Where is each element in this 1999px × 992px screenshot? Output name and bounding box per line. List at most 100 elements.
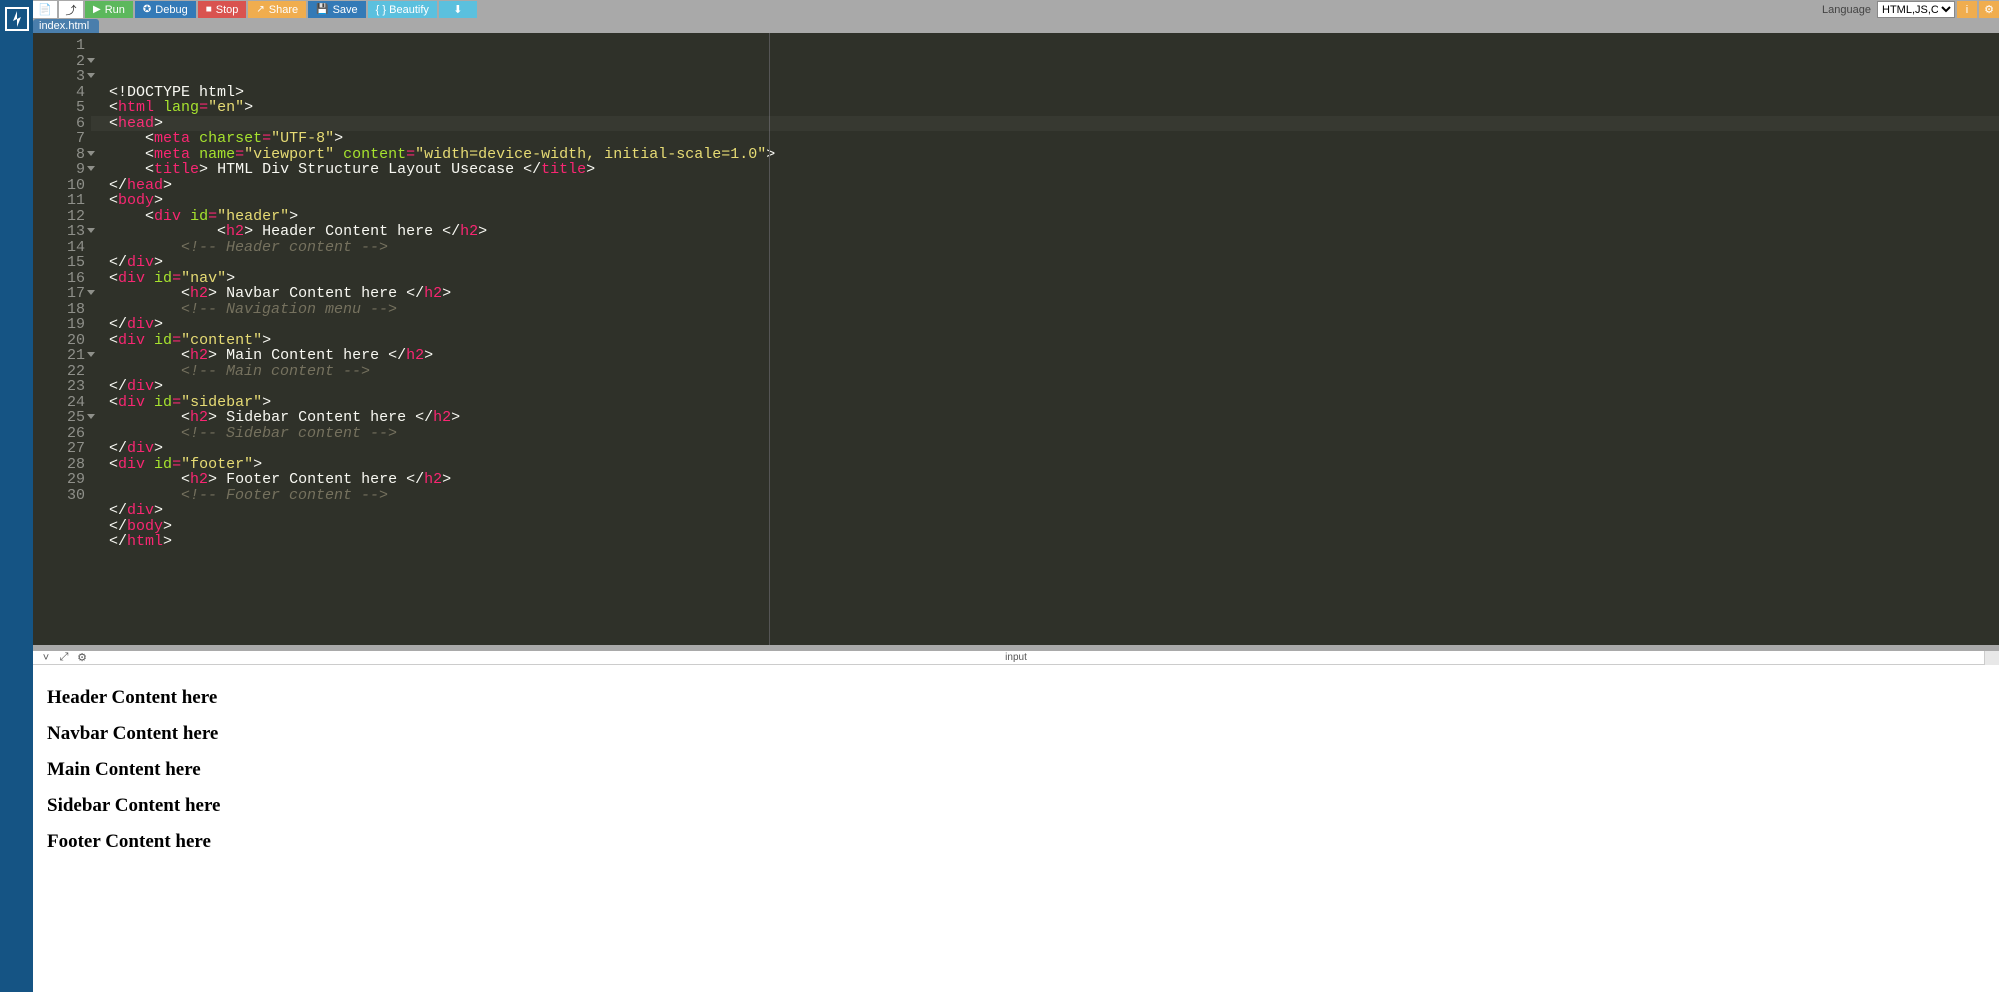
output-heading: Sidebar Content here [47, 795, 1985, 817]
line-number[interactable]: 6 [33, 116, 85, 132]
code-line[interactable]: </div> [109, 441, 1999, 457]
code-line[interactable]: <meta charset="UTF-8"> [109, 131, 1999, 147]
code-line[interactable]: </div> [109, 503, 1999, 519]
code-editor[interactable]: 1234567891011121314151617181920212223242… [33, 33, 1999, 645]
line-number[interactable]: 5 [33, 100, 85, 116]
code-line[interactable]: <!-- Header content --> [109, 240, 1999, 256]
chevron-down-icon: ˅ [43, 652, 49, 664]
tab-file[interactable]: index.html [33, 19, 99, 33]
line-number[interactable]: 15 [33, 255, 85, 271]
code-line[interactable]: <div id="sidebar"> [109, 395, 1999, 411]
share-button[interactable]: ↗Share [248, 1, 306, 18]
line-number[interactable]: 20 [33, 333, 85, 349]
toolbar: 📄 ⤴ ▶Run ✪Debug ■Stop ↗Share 💾 Save { } B… [33, 0, 1999, 19]
line-number[interactable]: 19 [33, 317, 85, 333]
info-icon: i [1966, 4, 1968, 16]
code-line[interactable]: </head> [109, 178, 1999, 194]
code-line[interactable]: <h2> Sidebar Content here </h2> [109, 410, 1999, 426]
code-line[interactable]: <meta name="viewport" content="width=dev… [109, 147, 1999, 163]
code-line[interactable]: </div> [109, 255, 1999, 271]
line-number[interactable]: 8 [33, 147, 85, 163]
left-sidebar [0, 0, 33, 992]
line-number[interactable]: 18 [33, 302, 85, 318]
line-number[interactable]: 9 [33, 162, 85, 178]
code-line[interactable]: </div> [109, 317, 1999, 333]
line-number[interactable]: 27 [33, 441, 85, 457]
output-title: input [1005, 652, 1027, 663]
output-heading: Main Content here [47, 759, 1985, 781]
code-line[interactable]: <div id="footer"> [109, 457, 1999, 473]
line-number[interactable]: 7 [33, 131, 85, 147]
save-label: Save [333, 4, 358, 16]
line-number[interactable]: 30 [33, 488, 85, 504]
code-line[interactable]: <h2> Footer Content here </h2> [109, 472, 1999, 488]
debug-button[interactable]: ✪Debug [135, 1, 196, 18]
stop-label: Stop [216, 4, 239, 16]
code-line[interactable]: <div id="header"> [109, 209, 1999, 225]
tab-row: index.html [33, 19, 1999, 33]
line-number[interactable]: 28 [33, 457, 85, 473]
code-line[interactable]: </html> [109, 534, 1999, 550]
code-line[interactable]: <!-- Navigation menu --> [109, 302, 1999, 318]
line-number[interactable]: 16 [33, 271, 85, 287]
line-number[interactable]: 21 [33, 348, 85, 364]
expand-output-button[interactable]: ⤢ [55, 651, 73, 665]
code-line[interactable]: <h2> Header Content here </h2> [109, 224, 1999, 240]
line-number[interactable]: 1 [33, 38, 85, 54]
language-label: Language [1822, 4, 1871, 16]
file-icon: 📄 [38, 3, 52, 16]
code-line[interactable]: <body> [109, 193, 1999, 209]
line-number[interactable]: 25 [33, 410, 85, 426]
output-header: ˅ ⤢ ⚙ input [33, 651, 1999, 665]
code-line[interactable]: <head> [109, 116, 1999, 132]
editor-code[interactable]: <!DOCTYPE html><html lang="en"><head> <m… [91, 33, 1999, 645]
output-settings-button[interactable]: ⚙ [73, 651, 91, 665]
line-number[interactable]: 2 [33, 54, 85, 70]
line-number[interactable]: 11 [33, 193, 85, 209]
share-icon: ↗ [256, 4, 264, 15]
collapse-output-button[interactable]: ˅ [37, 651, 55, 665]
stop-button[interactable]: ■Stop [198, 1, 247, 18]
line-number[interactable]: 29 [33, 472, 85, 488]
expand-icon: ⤢ [60, 651, 69, 664]
language-select[interactable]: HTML,JS,CSS [1877, 1, 1955, 18]
code-line[interactable]: <h2> Main Content here </h2> [109, 348, 1999, 364]
line-number[interactable]: 4 [33, 85, 85, 101]
save-button[interactable]: 💾 Save [308, 1, 366, 18]
code-line[interactable]: <!-- Sidebar content --> [109, 426, 1999, 442]
upload-button[interactable]: ⤴ [59, 1, 83, 18]
code-line[interactable]: <div id="nav"> [109, 271, 1999, 287]
gear-icon: ⚙ [77, 651, 87, 664]
scrollbar-stub[interactable] [1984, 651, 1999, 665]
download-button[interactable]: ⬇ [439, 1, 477, 18]
line-number[interactable]: 26 [33, 426, 85, 442]
line-number[interactable]: 22 [33, 364, 85, 380]
info-button[interactable]: i [1957, 1, 1977, 18]
beautify-button[interactable]: { } Beautify [368, 1, 437, 18]
editor-gutter: 1234567891011121314151617181920212223242… [33, 33, 91, 645]
app-logo-icon[interactable] [0, 2, 33, 35]
output-heading: Navbar Content here [47, 723, 1985, 745]
code-line[interactable]: <!DOCTYPE html> [109, 85, 1999, 101]
code-line[interactable]: <!-- Footer content --> [109, 488, 1999, 504]
run-button[interactable]: ▶Run [85, 1, 133, 18]
new-file-button[interactable]: 📄 [33, 1, 57, 18]
line-number[interactable]: 14 [33, 240, 85, 256]
code-line[interactable]: <title> HTML Div Structure Layout Usecas… [109, 162, 1999, 178]
line-number[interactable]: 13 [33, 224, 85, 240]
code-line[interactable]: <!-- Main content --> [109, 364, 1999, 380]
code-line[interactable]: <h2> Navbar Content here </h2> [109, 286, 1999, 302]
line-number[interactable]: 17 [33, 286, 85, 302]
line-number[interactable]: 3 [33, 69, 85, 85]
code-line[interactable]: </div> [109, 379, 1999, 395]
upload-icon: ⤴ [66, 2, 77, 18]
line-number[interactable]: 12 [33, 209, 85, 225]
settings-button[interactable]: ⚙ [1979, 1, 1999, 18]
save-icon: 💾 [316, 4, 328, 15]
line-number[interactable]: 23 [33, 379, 85, 395]
code-line[interactable]: </body> [109, 519, 1999, 535]
code-line[interactable]: <div id="content"> [109, 333, 1999, 349]
code-line[interactable]: <html lang="en"> [109, 100, 1999, 116]
line-number[interactable]: 24 [33, 395, 85, 411]
line-number[interactable]: 10 [33, 178, 85, 194]
